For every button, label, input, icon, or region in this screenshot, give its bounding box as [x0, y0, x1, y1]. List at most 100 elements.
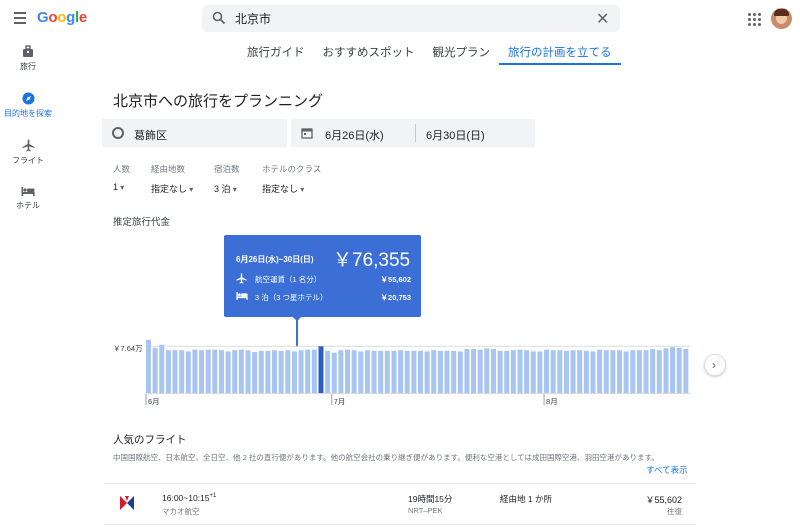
price-bar[interactable] [298, 350, 304, 393]
price-bar[interactable] [384, 350, 390, 393]
price-bar[interactable] [537, 351, 543, 393]
price-bar[interactable] [325, 350, 331, 393]
tab-plan-trip[interactable]: 旅行の計画を立てる [499, 41, 621, 65]
price-bar[interactable] [192, 349, 198, 393]
price-bar[interactable] [338, 350, 344, 393]
price-bar[interactable] [444, 350, 450, 393]
price-bar[interactable] [431, 350, 437, 393]
price-bar[interactable] [391, 350, 397, 393]
price-bar[interactable] [656, 350, 662, 393]
price-bar[interactable] [185, 351, 191, 393]
sidebar-item-trips[interactable]: 旅行 [0, 45, 56, 72]
price-bar[interactable] [623, 351, 629, 393]
price-bar[interactable] [199, 350, 205, 393]
price-bar[interactable] [265, 350, 271, 393]
price-bar[interactable] [212, 349, 218, 393]
filter-hotel-class[interactable]: ホテルのクラス 指定なし [262, 163, 321, 195]
return-date[interactable]: 6月30日(日) [426, 127, 485, 143]
price-bar[interactable] [457, 351, 463, 393]
price-bar[interactable] [152, 347, 158, 393]
price-bar[interactable] [517, 349, 523, 393]
price-bar[interactable] [570, 350, 576, 393]
price-bar[interactable] [597, 349, 603, 393]
price-bar[interactable] [437, 350, 443, 393]
price-bar[interactable] [378, 350, 384, 393]
price-bar[interactable] [577, 350, 583, 393]
price-bar[interactable] [563, 350, 569, 393]
price-bar[interactable] [471, 349, 477, 393]
price-bar[interactable] [524, 350, 530, 393]
tab-recommended-spots[interactable]: おすすめスポット [314, 41, 424, 65]
price-bar[interactable] [305, 349, 311, 393]
price-bar[interactable] [676, 347, 682, 393]
tab-travel-guide[interactable]: 旅行ガイド [238, 41, 314, 65]
price-bar[interactable] [272, 350, 278, 393]
price-bar[interactable] [550, 350, 556, 393]
price-bar[interactable] [311, 349, 317, 393]
price-bar[interactable] [232, 350, 238, 393]
price-bar[interactable] [603, 350, 609, 393]
price-bar[interactable] [146, 339, 151, 393]
price-bar[interactable] [650, 349, 656, 393]
price-bar[interactable] [583, 350, 589, 393]
price-bar[interactable] [670, 347, 676, 393]
price-bar[interactable] [411, 350, 417, 393]
clear-search-icon[interactable]: ✕ [596, 9, 609, 29]
avatar[interactable] [771, 8, 792, 29]
price-bar[interactable] [225, 351, 231, 393]
price-bar[interactable] [610, 350, 616, 393]
price-bar[interactable] [398, 350, 404, 393]
search-icon[interactable] [212, 11, 226, 25]
google-logo[interactable]: Google [37, 9, 87, 26]
filter-nights[interactable]: 宿泊数 3 泊 [214, 163, 240, 195]
price-bar[interactable] [630, 350, 636, 393]
price-bar[interactable] [636, 350, 642, 393]
price-bar[interactable] [318, 346, 324, 393]
price-bar[interactable] [364, 350, 370, 393]
price-bar[interactable] [238, 349, 244, 393]
price-bar[interactable] [278, 350, 284, 393]
price-bar[interactable] [530, 351, 536, 393]
apps-grid-icon[interactable] [748, 13, 761, 26]
price-bar[interactable] [252, 352, 258, 393]
price-bar[interactable] [490, 349, 496, 393]
price-bar[interactable] [557, 350, 563, 393]
show-all-link[interactable]: すべて表示 [646, 464, 688, 476]
menu-icon[interactable] [14, 12, 28, 24]
price-bar[interactable] [291, 351, 297, 393]
price-bar[interactable] [358, 351, 364, 393]
tab-sightseeing-plan[interactable]: 観光プラン [424, 41, 500, 65]
flight-row[interactable]: 16:00~10:15+1 マカオ航空 19時間15分 NRT–PEK 経由地 … [104, 483, 696, 525]
price-bar[interactable] [404, 350, 410, 393]
price-bar[interactable] [331, 352, 337, 393]
price-bar[interactable] [663, 348, 669, 393]
price-bar[interactable] [544, 349, 550, 393]
price-bar[interactable] [371, 350, 377, 393]
price-bar[interactable] [218, 350, 224, 393]
price-bar[interactable] [351, 350, 357, 393]
price-bar[interactable] [477, 349, 483, 393]
price-bar[interactable] [497, 350, 503, 393]
price-bar[interactable] [510, 350, 516, 393]
origin-field[interactable]: 葛飾区 [102, 119, 287, 147]
price-bar[interactable] [418, 350, 423, 393]
price-bar[interactable] [179, 350, 185, 393]
price-bar[interactable] [205, 349, 211, 393]
price-bar[interactable] [345, 349, 350, 393]
sidebar-item-flights[interactable]: フライト [0, 139, 56, 166]
sidebar-item-explore[interactable]: 目的地を探索 [0, 92, 56, 119]
price-bar[interactable] [172, 350, 178, 393]
price-bar[interactable] [590, 351, 596, 393]
depart-date[interactable]: 6月26日(水) [325, 127, 384, 143]
price-bar[interactable] [258, 350, 264, 393]
price-bar[interactable] [643, 350, 649, 393]
price-bar[interactable] [424, 351, 430, 393]
search-input[interactable] [235, 9, 565, 28]
filter-travelers[interactable]: 人数 1 [113, 163, 130, 192]
price-bar[interactable] [165, 350, 171, 393]
price-bar[interactable] [617, 350, 622, 393]
filter-stops[interactable]: 経由地数 指定なし [151, 163, 193, 195]
price-bar[interactable] [159, 344, 165, 393]
price-bar[interactable] [245, 350, 251, 393]
price-bar[interactable] [504, 350, 510, 393]
